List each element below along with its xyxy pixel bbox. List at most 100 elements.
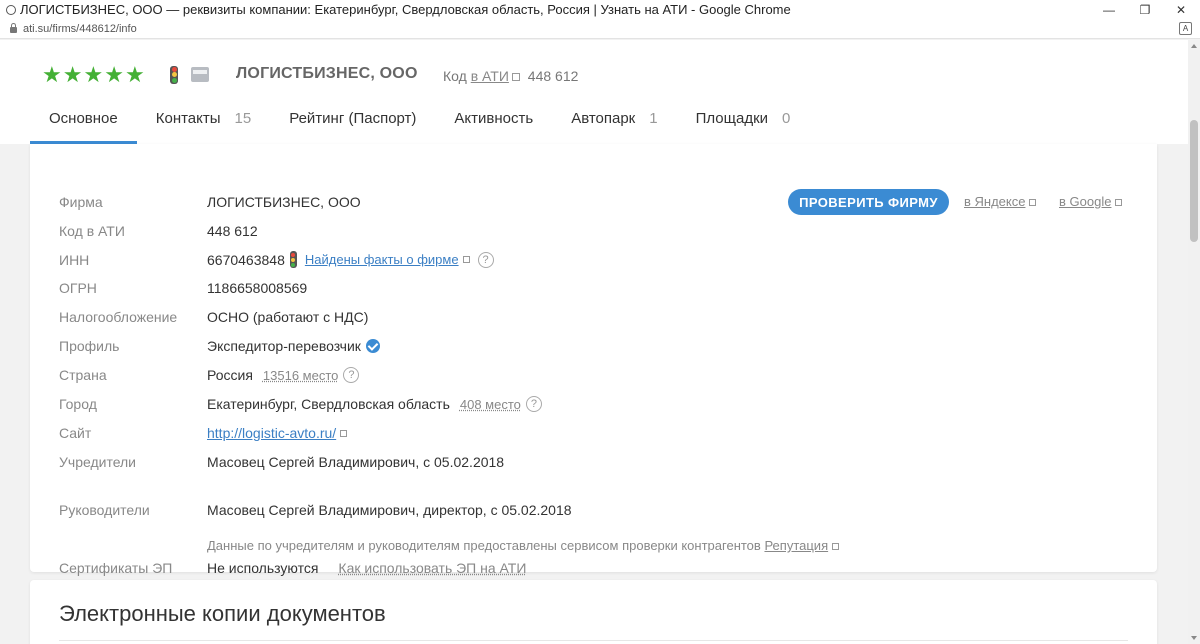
traffic-light-icon[interactable] (289, 251, 297, 268)
row-ogrn: ОГРН 1186658008569 (59, 280, 307, 296)
page-viewport: ★ ★ ★ ★ ★ ЛОГИСТБИЗНЕС, ООО Код в АТИ 44… (0, 40, 1188, 644)
certificates-value-group: Не используются Как использовать ЭП на А… (207, 560, 526, 576)
browser-title-bar: ЛОГИСТБИЗНЕС, ООО — реквизиты компании: … (0, 0, 1200, 19)
tab-rating[interactable]: Рейтинг (Паспорт) (270, 92, 435, 144)
minimize-icon[interactable]: — (1094, 0, 1124, 19)
row-site: Сайт http://logistic-avto.ru/ (59, 425, 348, 441)
field-label: Фирма (59, 194, 103, 210)
star-icon: ★ (83, 62, 104, 87)
field-label: Профиль (59, 338, 120, 354)
row-certificates: Сертификаты ЭП Не используются Как испол… (59, 560, 526, 576)
lock-icon (10, 22, 17, 33)
tab-activity[interactable]: Активность (435, 92, 552, 144)
help-icon[interactable]: ? (477, 251, 494, 268)
close-icon[interactable]: ✕ (1166, 0, 1196, 19)
check-firm-button[interactable]: ПРОВЕРИТЬ ФИРМУ (788, 189, 949, 215)
help-icon[interactable]: ? (343, 367, 360, 383)
tab-label: Контакты (155, 109, 221, 127)
inn-value-group: 6670463848 Найдены факты о фирме ? (207, 251, 494, 268)
star-icon: ★ (104, 62, 124, 87)
data-source-note: Данные по учредителям и руководителям пр… (207, 538, 840, 553)
field-value: Масовец Сергей Владимирович, с 05.02.201… (207, 454, 505, 470)
row-managers: Руководители Масовец Сергей Владимирович… (59, 502, 572, 518)
field-label: ОГРН (59, 280, 97, 296)
city-rank-link[interactable]: 408 место (460, 397, 521, 412)
external-link-icon (511, 73, 520, 81)
tabs-bar: Основное Контакты 15 Рейтинг (Паспорт) Ак… (30, 92, 809, 144)
site-value-group: http://logistic-avto.ru/ (207, 425, 348, 441)
row-city: Город Екатеринбург, Свердловская область… (59, 396, 542, 412)
field-value: 6670463848 (207, 251, 285, 268)
field-value: Экспедитор-перевозчик (207, 338, 361, 354)
star-icon: ★ (62, 62, 83, 87)
field-value: Екатеринбург, Свердловская область (207, 396, 450, 412)
tab-label: Рейтинг (Паспорт) (289, 109, 417, 127)
city-value-group: Екатеринбург, Свердловская область 408 м… (207, 396, 542, 412)
field-value: Не используются (207, 560, 319, 576)
url-text[interactable]: ati.su/firms/448612/info (23, 23, 137, 35)
site-link[interactable]: http://logistic-avto.ru/ (207, 425, 336, 441)
field-value: ЛОГИСТБИЗНЕС, ООО (207, 194, 361, 210)
external-link-icon (832, 543, 840, 550)
google-link[interactable]: в Google (1059, 194, 1123, 209)
company-details-card: ПРОВЕРИТЬ ФИРМУ в Яндексе в Google Фирма… (30, 144, 1157, 576)
scrollbar-thumb[interactable] (1190, 120, 1198, 242)
field-label: Страна (59, 367, 107, 383)
company-header: ★ ★ ★ ★ ★ ЛОГИСТБИЗНЕС, ООО Код в АТИ 44… (0, 40, 1188, 144)
tab-count: 15 (234, 109, 252, 127)
tab-count: 0 (782, 109, 791, 127)
field-label: Сертификаты ЭП (59, 560, 173, 576)
tab-contacts[interactable]: Контакты 15 (137, 92, 270, 144)
row-ati-code: Код в АТИ 448 612 (59, 223, 258, 239)
external-link-icon (340, 429, 348, 437)
tab-label: Основное (49, 109, 118, 127)
code-ati-link[interactable]: в АТИ (471, 68, 509, 84)
tab-fleet[interactable]: Автопарк 1 (552, 92, 676, 144)
documents-title: Электронные копии документов (59, 601, 386, 626)
star-icon: ★ (124, 62, 145, 87)
how-to-use-ep-link[interactable]: Как использовать ЭП на АТИ (338, 560, 526, 576)
yandex-link[interactable]: в Яндексе (964, 194, 1037, 209)
firm-facts-link[interactable]: Найдены факты о фирме (305, 252, 459, 267)
tab-count: 1 (649, 109, 658, 127)
tab-main[interactable]: Основное (30, 92, 137, 144)
field-value: ОСНО (работают с НДС) (207, 309, 369, 325)
reputation-link[interactable]: Репутация (764, 538, 828, 553)
field-label: Налогообложение (59, 309, 178, 325)
company-name: ЛОГИСТБИЗНЕС, ООО (236, 65, 418, 82)
row-tax: Налогообложение ОСНО (работают с НДС) (59, 309, 368, 325)
address-bar[interactable]: ati.su/firms/448612/info A (0, 19, 1200, 39)
tab-platforms[interactable]: Площадки 0 (677, 92, 810, 144)
tab-label: Площадки (695, 109, 769, 127)
external-link-icon (462, 256, 470, 263)
field-value: Россия (207, 367, 253, 383)
field-label: Код в АТИ (59, 223, 125, 239)
scroll-up-icon[interactable] (1191, 44, 1197, 48)
field-value: 448 612 (207, 223, 258, 239)
traffic-light-icon[interactable] (170, 66, 178, 84)
globe-icon (6, 4, 16, 15)
help-icon[interactable]: ? (525, 396, 542, 412)
field-value: Масовец Сергей Владимирович, директор, с… (207, 502, 572, 518)
field-label: Сайт (59, 425, 92, 441)
code-label: Код (443, 68, 467, 84)
divider (59, 640, 1128, 641)
truck-icon[interactable] (191, 67, 209, 82)
rating-stars: ★ ★ ★ ★ ★ (42, 64, 145, 86)
restore-icon[interactable]: ❐ (1130, 0, 1160, 19)
profile-value-group: Экспедитор-перевозчик (207, 338, 380, 354)
page-scrollbar[interactable] (1188, 40, 1200, 644)
field-value: 1186658008569 (207, 280, 308, 296)
tab-label: Активность (454, 109, 534, 127)
field-label: ИНН (59, 251, 90, 268)
row-country: Страна Россия 13516 место ? (59, 367, 360, 383)
field-label: Руководители (59, 502, 150, 518)
scroll-down-icon[interactable] (1191, 636, 1197, 640)
translate-icon[interactable]: A (1179, 22, 1192, 35)
note-text: Данные по учредителям и руководителям пр… (207, 538, 761, 553)
star-icon: ★ (42, 62, 62, 87)
country-rank-link[interactable]: 13516 место (263, 368, 338, 383)
row-inn: ИНН 6670463848 Найдены факты о фирме ? (59, 251, 494, 268)
google-link-label: в Google (1059, 194, 1112, 209)
country-value-group: Россия 13516 место ? (207, 367, 360, 383)
